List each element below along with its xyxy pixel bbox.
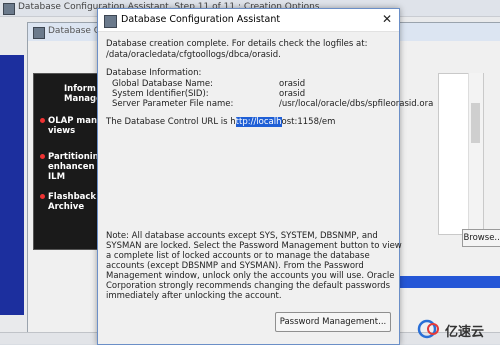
note-line: Management window, unlock only the accou… [106, 271, 395, 281]
info-value: orasid [279, 79, 306, 89]
control-url-line[interactable]: The Database Control URL is http://local… [106, 117, 335, 127]
feature-label-line: enhancen [48, 162, 95, 172]
application-icon [104, 15, 117, 28]
info-heading: Database Information: [106, 68, 202, 78]
options-scrollbar[interactable] [468, 73, 483, 233]
url-prefix: The Database Control URL is h [106, 117, 236, 127]
note-line: a complete list of locked accounts or to… [106, 251, 370, 261]
logfile-path: /data/oracledata/cfgtoollogs/dbca/orasid… [106, 50, 281, 60]
feature-label-line: Flashback [48, 192, 97, 202]
feature-label-line: Partitionin [48, 152, 99, 162]
info-value: /usr/local/oracle/dbs/spfileorasid.ora [279, 99, 434, 109]
close-icon[interactable]: ✕ [380, 12, 394, 26]
note-line: immediately after unlocking the account. [106, 291, 282, 301]
note-line: Note: All database accounts except SYS, … [106, 231, 378, 241]
info-label: Global Database Name: [112, 79, 214, 89]
application-icon [3, 3, 15, 15]
feature-label-line: views [48, 126, 76, 136]
dialog-title: Database Configuration Assistant [121, 14, 281, 25]
watermark-text: 亿速云 [445, 325, 485, 340]
watermark-logo: 亿速云 [417, 318, 499, 340]
info-label: System Identifier(SID): [112, 89, 209, 99]
browse-button[interactable]: Browse... [462, 229, 500, 247]
bullet-icon [40, 154, 45, 159]
feature-label-line: OLAP mana [48, 116, 103, 126]
progress-bar [400, 276, 500, 288]
password-management-button[interactable]: Password Management... [275, 312, 391, 332]
note-line: SYSMAN are locked. Select the Password M… [106, 241, 402, 251]
intro-line: Database creation complete. For details … [106, 39, 368, 49]
bullet-icon [40, 118, 45, 123]
info-label: Server Parameter File name: [112, 99, 234, 109]
feature-label-line: ILM [48, 172, 66, 182]
note-line: accounts (except DBSNMP and SYSMAN). Fro… [106, 261, 364, 271]
note-line: Corporation strongly recommends changing… [106, 281, 391, 291]
info-value: orasid [279, 89, 306, 99]
scrollbar-thumb[interactable] [471, 103, 480, 143]
dialog-title-bar: Database Configuration Assistant ✕ [98, 9, 399, 32]
feature-item-olap: OLAP mana views [48, 116, 103, 136]
url-selection[interactable]: ttp://localh [235, 117, 282, 127]
url-suffix: ost:1158/em [281, 117, 336, 127]
feature-label-line: Archive [48, 202, 85, 212]
application-icon [33, 27, 45, 39]
bullet-icon [40, 194, 45, 199]
feature-panel: Inform Manage OLAP mana views Partitioni… [33, 73, 103, 250]
background-left-banner [0, 55, 24, 315]
feature-item-partitioning: Partitionin enhancen ILM [48, 152, 99, 182]
feature-item-flashback: Flashback Archive [48, 192, 96, 212]
completion-dialog: Database Configuration Assistant ✕ Datab… [97, 8, 433, 345]
